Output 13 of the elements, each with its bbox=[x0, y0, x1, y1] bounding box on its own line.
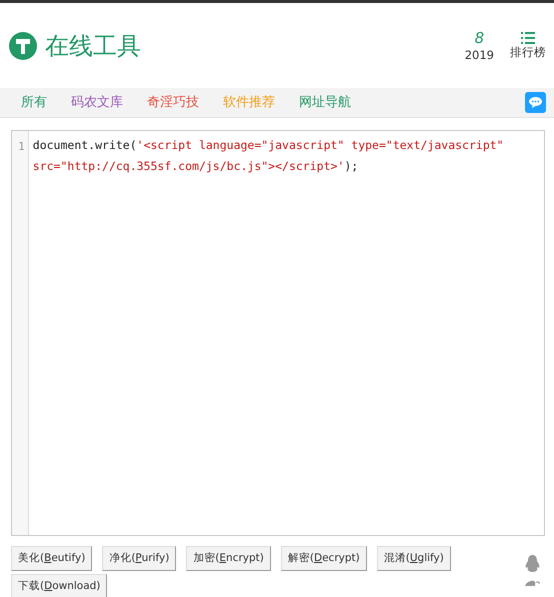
nav-link[interactable]: 码农文库 bbox=[71, 92, 123, 112]
action-button[interactable]: 美化(Beutify) bbox=[11, 546, 92, 571]
action-button[interactable]: 加密(Encrypt) bbox=[186, 546, 271, 571]
date-day: 8 bbox=[464, 28, 494, 48]
line-number: 1 bbox=[17, 139, 26, 155]
site-title[interactable]: 在线工具 bbox=[45, 34, 141, 58]
action-button[interactable]: 解密(Decrypt) bbox=[280, 546, 367, 571]
action-button[interactable]: 净化(Purify) bbox=[102, 546, 176, 571]
action-button[interactable]: 混淆(Uglify) bbox=[376, 546, 451, 571]
action-button[interactable]: 下载(Download) bbox=[11, 574, 108, 597]
ranking-link[interactable]: 排行榜 bbox=[510, 44, 546, 60]
code-editor[interactable]: document.write('<script language="javascript" type="text/javascript" src="http://cq.355sf.com/js/bc.js"></script>'); bbox=[28, 131, 544, 535]
date-year: 2019 bbox=[464, 48, 494, 62]
